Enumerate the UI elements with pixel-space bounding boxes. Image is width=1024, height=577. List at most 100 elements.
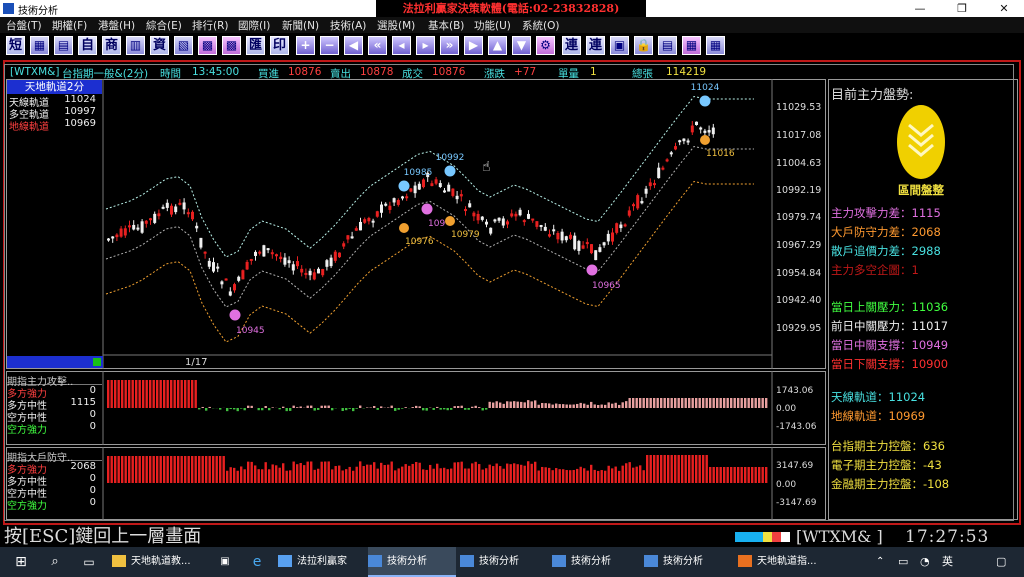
menu-item-news[interactable]: 新聞(N)	[282, 18, 319, 33]
candle	[275, 254, 278, 257]
menu-item-function[interactable]: 功能(U)	[474, 18, 511, 33]
link2-button[interactable]: 連	[586, 36, 605, 55]
start-icon[interactable]: ⊞	[6, 547, 36, 577]
indicator-bar	[737, 467, 740, 483]
indicator-bar	[282, 463, 285, 483]
taskbar-item[interactable]: 技術分析	[460, 547, 548, 577]
menu-item-futures[interactable]: 期權(F)	[52, 18, 87, 33]
table-icon[interactable]: ▧	[174, 36, 193, 55]
indicator2-chart[interactable]: 3147.69 0.00 -3147.69	[6, 447, 826, 520]
toolbar: 短 ▦ ▤ 自 商 ▥ 資 ▧ ▩ ▩ 匯 印 + − ◀ « ◂ ▸ » ▶ …	[0, 33, 1024, 59]
indicator1-legend: 期指主力攻擊.. 多方強力 0 多方中性 1115 空方中性 0 空方強力 0	[7, 373, 102, 436]
candle	[359, 221, 362, 231]
status-clock: 17:27:53	[905, 527, 990, 547]
scroll-down-icon[interactable]: ▼	[512, 36, 531, 55]
lock-icon[interactable]: 🔒	[634, 36, 653, 55]
pink-tool2-icon[interactable]: ▩	[222, 36, 241, 55]
page-back-icon[interactable]: «	[368, 36, 387, 55]
taskbar-item[interactable]: 技術分析	[552, 547, 640, 577]
indicator-bar	[324, 405, 327, 408]
taskbar-item[interactable]: 天地軌道教...	[112, 547, 208, 577]
settings-icon[interactable]: ⚙	[536, 36, 555, 55]
esc-hint: 按[ESC]鍵回上一層畫面	[4, 526, 202, 547]
chart-scrollbar[interactable]	[7, 356, 103, 368]
task-view-icon[interactable]: ▭	[76, 547, 102, 577]
indicator-bar	[537, 404, 540, 408]
self-select-button[interactable]: 自	[78, 36, 97, 55]
menu-item-system[interactable]: 系統(O)	[522, 18, 559, 33]
candle	[493, 219, 497, 222]
menu-item-ranking[interactable]: 排行(R)	[192, 18, 229, 33]
quote-bid: 10876	[288, 66, 322, 78]
commodity-button[interactable]: 商	[102, 36, 121, 55]
indicator-bar	[632, 467, 635, 483]
menu-item-composite[interactable]: 綜合(E)	[146, 18, 182, 33]
back-icon[interactable]: ◂	[392, 36, 411, 55]
ind1-title: 期指主力攻擊..	[7, 373, 102, 388]
indicator-bar	[201, 456, 204, 483]
minimize-button[interactable]: —	[900, 0, 940, 17]
last-icon[interactable]: ▶	[464, 36, 483, 55]
menu-item-technical[interactable]: 技術(A)	[330, 18, 366, 33]
candle	[640, 201, 644, 204]
quote-symbol: [WTXM&]	[10, 66, 60, 78]
ind1-ytick: -1743.06	[776, 422, 817, 432]
menu-item-international[interactable]: 國際(I)	[238, 18, 270, 33]
taskbar-item[interactable]: 法拉利贏家	[278, 547, 364, 577]
zoom-out-icon[interactable]: −	[320, 36, 339, 55]
menu-item-taipan[interactable]: 台盤(T)	[6, 18, 42, 33]
maximize-button[interactable]: ❐	[942, 0, 982, 17]
indicator-bar	[453, 462, 456, 483]
report-icon[interactable]: ▥	[126, 36, 145, 55]
tray-up-icon[interactable]: ⌃	[876, 547, 894, 577]
candle	[451, 188, 455, 196]
network-icon[interactable]: ▭	[898, 547, 916, 577]
device-icon[interactable]: ▣	[212, 547, 238, 577]
forward-icon[interactable]: ▸	[416, 36, 435, 55]
indicator-bar	[422, 469, 425, 483]
indicator-bar	[730, 398, 733, 408]
scroll-up-icon[interactable]: ▲	[488, 36, 507, 55]
candle	[241, 270, 245, 280]
indicator-bar	[502, 403, 505, 408]
menu-item-screener[interactable]: 選股(M)	[377, 18, 415, 33]
ime-icon[interactable]: 英	[942, 547, 960, 577]
pink-tool-icon[interactable]: ▩	[198, 36, 217, 55]
layout-icon[interactable]: ▤	[54, 36, 73, 55]
chart-type-icon[interactable]: ▦	[30, 36, 49, 55]
print-button[interactable]: 印	[270, 36, 289, 55]
info-label: 台指期主力控盤：636	[831, 439, 945, 453]
grid-icon[interactable]: ▦	[706, 36, 725, 55]
page-forward-icon[interactable]: »	[440, 36, 459, 55]
taskbar-item[interactable]: 技術分析	[644, 547, 732, 577]
menu-item-fundamental[interactable]: 基本(B)	[428, 18, 464, 33]
data-button[interactable]: 資	[150, 36, 169, 55]
ie-icon[interactable]: e	[244, 547, 270, 577]
export-icon[interactable]: ▤	[658, 36, 677, 55]
merge-button[interactable]: 匯	[246, 36, 265, 55]
kline-chart[interactable]: 11029.53 11017.08 11004.63 10992.19 1097…	[6, 79, 826, 369]
zoom-in-icon[interactable]: +	[296, 36, 315, 55]
taskbar-item[interactable]: 技術分析	[368, 547, 456, 577]
candle	[468, 203, 472, 208]
close-button[interactable]: ✕	[984, 0, 1024, 17]
first-icon[interactable]: ◀	[344, 36, 363, 55]
ind2-row: 多方強力 2068	[7, 461, 102, 476]
taskbar-item[interactable]: 天地軌道指...	[738, 547, 834, 577]
indicator-bar	[170, 456, 173, 483]
search-icon[interactable]: ⌕	[42, 547, 68, 577]
indicator-bar	[478, 464, 481, 483]
candle	[388, 205, 392, 210]
indicator-bar	[208, 456, 211, 483]
link-button[interactable]: 連	[562, 36, 581, 55]
menu-item-hk[interactable]: 港盤(H)	[98, 18, 135, 33]
indicator1-chart[interactable]: 1743.06 0.00 -1743.06	[6, 371, 826, 445]
indicator2-legend: 期指大戶防守.. 多方強力 2068 多方中性 0 空方中性 0 空方強力 0	[7, 449, 102, 512]
short-button[interactable]: 短	[6, 36, 25, 55]
volume-icon[interactable]: ◔	[920, 547, 938, 577]
window-icon[interactable]: ▣	[610, 36, 629, 55]
scroll-thumb[interactable]	[93, 358, 101, 366]
notification-icon[interactable]: ▢	[996, 547, 1018, 577]
tool-icon[interactable]: ▦	[682, 36, 701, 55]
indicator-bar	[254, 465, 257, 483]
